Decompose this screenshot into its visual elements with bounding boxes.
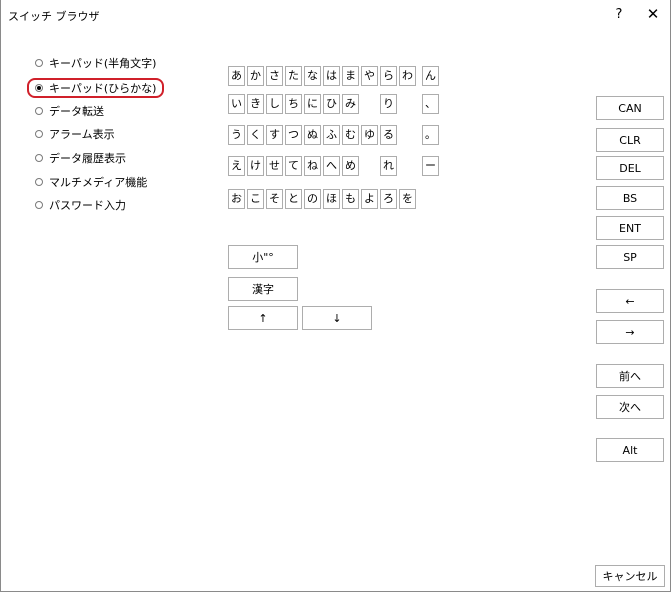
kana-key[interactable]: う — [228, 125, 245, 145]
help-button[interactable]: ? — [609, 7, 629, 25]
kana-key[interactable]: を — [399, 189, 416, 209]
radio-icon — [35, 106, 43, 115]
radio-label: アラーム表示 — [49, 127, 115, 141]
kana-key[interactable]: ろ — [380, 189, 397, 209]
kana-key[interactable]: ー — [422, 156, 439, 176]
kana-key[interactable]: て — [285, 156, 302, 176]
kana-key[interactable]: あ — [228, 66, 245, 86]
kana-key[interactable]: き — [247, 94, 264, 114]
clr-button[interactable]: CLR — [596, 128, 664, 152]
radio-icon — [35, 177, 43, 186]
radio-alarm-display[interactable]: アラーム表示 — [35, 125, 115, 142]
kana-key[interactable]: る — [380, 125, 397, 145]
kana-key[interactable]: ほ — [323, 189, 340, 209]
kana-key[interactable]: む — [342, 125, 359, 145]
close-button[interactable]: ✕ — [641, 5, 665, 25]
kana-key[interactable]: た — [285, 66, 302, 86]
radio-password-input[interactable]: パスワード入力 — [35, 196, 126, 213]
kana-key[interactable]: よ — [361, 189, 378, 209]
kana-key[interactable]: か — [247, 66, 264, 86]
kana-key[interactable]: に — [304, 94, 321, 114]
kana-key[interactable]: れ — [380, 156, 397, 176]
window-title: スイッチ ブラウザ — [8, 10, 100, 23]
title-bar: スイッチ ブラウザ ? ✕ — [1, 0, 670, 30]
left-arrow-button[interactable]: ← — [596, 289, 664, 313]
right-arrow-button[interactable]: → — [596, 320, 664, 344]
radio-keypad-halfwidth[interactable]: キーパッド(半角文字) — [35, 54, 156, 71]
kana-key[interactable]: ね — [304, 156, 321, 176]
small-dakuten-button[interactable]: 小"° — [228, 245, 298, 269]
alt-button[interactable]: Alt — [596, 438, 664, 462]
kana-key[interactable]: も — [342, 189, 359, 209]
selection-highlight — [27, 78, 164, 98]
kana-key[interactable]: ぬ — [304, 125, 321, 145]
kana-key[interactable]: り — [380, 94, 397, 114]
kana-key[interactable]: へ — [323, 156, 340, 176]
kana-key[interactable]: の — [304, 189, 321, 209]
kana-key[interactable]: す — [266, 125, 283, 145]
radio-icon — [35, 58, 43, 67]
kana-key[interactable]: ゆ — [361, 125, 378, 145]
radio-icon — [35, 200, 43, 209]
kana-key[interactable]: ひ — [323, 94, 340, 114]
kana-key[interactable]: や — [361, 66, 378, 86]
kana-key[interactable]: ま — [342, 66, 359, 86]
up-arrow-button[interactable]: ↑ — [228, 306, 298, 330]
radio-data-history[interactable]: データ履歴表示 — [35, 149, 126, 166]
ent-button[interactable]: ENT — [596, 216, 664, 240]
kana-key[interactable]: せ — [266, 156, 283, 176]
prev-button[interactable]: 前へ — [596, 364, 664, 388]
kana-key[interactable]: 。 — [422, 125, 439, 145]
kana-key[interactable]: け — [247, 156, 264, 176]
kana-key[interactable]: ち — [285, 94, 302, 114]
radio-data-transfer[interactable]: データ転送 — [35, 102, 104, 119]
radio-label: データ履歴表示 — [49, 151, 126, 165]
kana-key[interactable]: わ — [399, 66, 416, 86]
can-button[interactable]: CAN — [596, 96, 664, 120]
radio-icon — [35, 153, 43, 162]
kana-key[interactable]: み — [342, 94, 359, 114]
next-button[interactable]: 次へ — [596, 395, 664, 419]
kana-key[interactable]: そ — [266, 189, 283, 209]
kana-key[interactable]: ん — [422, 66, 439, 86]
kana-key[interactable]: ふ — [323, 125, 340, 145]
radio-label: マルチメディア機能 — [49, 175, 148, 189]
cancel-button[interactable]: キャンセル — [595, 565, 665, 587]
kana-key[interactable]: お — [228, 189, 245, 209]
sp-button[interactable]: SP — [596, 245, 664, 269]
radio-label: キーパッド(半角文字) — [49, 56, 157, 70]
kana-key[interactable]: と — [285, 189, 302, 209]
kana-key[interactable]: し — [266, 94, 283, 114]
kana-key[interactable]: な — [304, 66, 321, 86]
del-button[interactable]: DEL — [596, 156, 664, 180]
kana-key[interactable]: ら — [380, 66, 397, 86]
kana-key[interactable]: こ — [247, 189, 264, 209]
kana-key[interactable]: い — [228, 94, 245, 114]
kana-key[interactable]: め — [342, 156, 359, 176]
kana-key[interactable]: つ — [285, 125, 302, 145]
kanji-button[interactable]: 漢字 — [228, 277, 298, 301]
kana-key[interactable]: 、 — [422, 94, 439, 114]
down-arrow-button[interactable]: ↓ — [302, 306, 372, 330]
kana-key[interactable]: は — [323, 66, 340, 86]
kana-key[interactable]: く — [247, 125, 264, 145]
bs-button[interactable]: BS — [596, 186, 664, 210]
radio-label: データ転送 — [49, 104, 104, 118]
radio-label: パスワード入力 — [49, 198, 126, 212]
radio-icon — [35, 129, 43, 138]
switch-browser-window: スイッチ ブラウザ ? ✕ キーパッド(半角文字) キーパッド(ひらかな) デー… — [0, 0, 671, 592]
kana-key[interactable]: さ — [266, 66, 283, 86]
radio-multimedia[interactable]: マルチメディア機能 — [35, 173, 147, 190]
kana-key[interactable]: え — [228, 156, 245, 176]
